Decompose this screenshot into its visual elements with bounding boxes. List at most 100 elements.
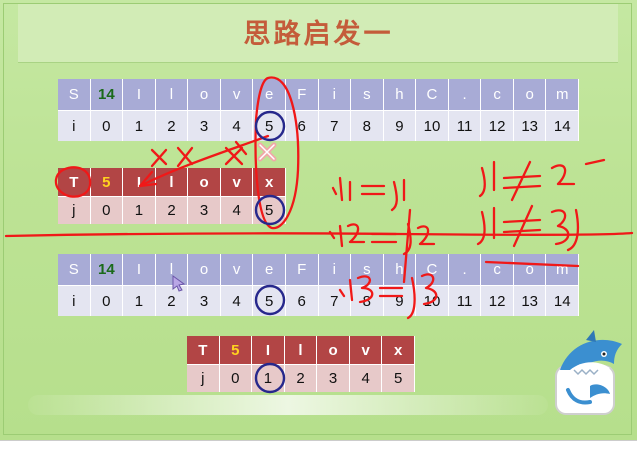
table-s-top-index-cell: 10 xyxy=(416,110,449,141)
table-t-bottom-index-cell: 1 xyxy=(252,364,285,392)
table-t-bottom-index-cell: 3 xyxy=(317,364,350,392)
string-s-table-top: S 14 Il o v e Fi s h C. c o m i 0 1 2 3 4 5 6 7 8 9 10 11 12 13 14 xyxy=(58,79,579,141)
table-s-top-header-cell: F xyxy=(285,79,319,110)
table-t-top-index-cell: 0 xyxy=(90,196,124,224)
string-t-table-bottom: T5Ilovxj012345 xyxy=(187,336,415,392)
table-s-top-index-cell: 11 xyxy=(448,110,482,141)
table-t-top-index-cell: 5 xyxy=(253,196,286,224)
table-s-top-index-cell: 1 xyxy=(123,110,156,141)
table-s-bottom-header-cell: o xyxy=(188,254,221,285)
table-t-top-header-cell: l xyxy=(155,168,189,196)
pointer-cursor-icon xyxy=(172,275,186,292)
table-s-bottom-header-cell: m xyxy=(546,254,579,285)
table-t-top-index-cell: 4 xyxy=(220,196,254,224)
table-s-top-index-cell: 7 xyxy=(318,110,352,141)
table-t-bottom-index-cell: 0 xyxy=(219,364,253,392)
table-t-bottom-index-cell: j xyxy=(187,364,220,392)
table-s-bottom-index-cell: 5 xyxy=(253,285,286,316)
table-s-top-header-cell: C xyxy=(416,79,449,110)
table-s-top-header-cell: h xyxy=(383,79,417,110)
table-s-top-index-cell: 13 xyxy=(513,110,547,141)
table-s-bottom-index-cell: 1 xyxy=(123,285,156,316)
string-s-table-bottom: S 14 Il o v e Fi s h C. c o m i 0 1 2 3 4 5 6 7 8 9 10 11 12 13 14 xyxy=(58,254,579,316)
table-t-top-index-cell: 1 xyxy=(123,196,156,224)
table-t-top-header-cell: x xyxy=(253,168,286,196)
table-t-bottom-header-cell: I xyxy=(252,336,285,364)
table-t-bottom-header-cell: x xyxy=(382,336,415,364)
table-s-top-header-cell: v xyxy=(220,79,254,110)
table-t-top-header-cell: o xyxy=(188,168,221,196)
table-s-top-header-cell: m xyxy=(546,79,579,110)
table-s-top-index-cell: i xyxy=(58,110,91,141)
table-s-top-header-cell: 14 xyxy=(90,79,124,110)
table-s-top-index-cell: 8 xyxy=(351,110,384,141)
table-s-bottom-header-cell: . xyxy=(448,254,482,285)
table-s-bottom-header-cell: e xyxy=(253,254,286,285)
table-s-top-index-cell: 6 xyxy=(285,110,319,141)
table-s-bottom-header-cell: v xyxy=(220,254,254,285)
slide: 思路启发一 S 14 Il o v e Fi s h C. c o m i 0 1 2 3 4 5 6 7 8 9 10 11 12… xyxy=(0,0,637,440)
table-t-bottom-header-cell: o xyxy=(317,336,350,364)
table-s-top-header-cell: l xyxy=(155,79,189,110)
table-s-top-header-cell: o xyxy=(188,79,221,110)
slide-title: 思路启发一 xyxy=(243,19,394,50)
table-s-bottom-header-cell: 14 xyxy=(90,254,124,285)
table-s-bottom-index-cell: 6 xyxy=(285,285,319,316)
table-s-bottom-index-cell: 12 xyxy=(481,285,514,316)
table-t-bottom-index-cell: 5 xyxy=(382,364,415,392)
table-t-top-header-cell: T xyxy=(58,168,91,196)
table-t-bottom-header-cell: l xyxy=(284,336,318,364)
table-s-top-header-cell: s xyxy=(351,79,384,110)
table-t-top-header-cell: I xyxy=(123,168,156,196)
table-t-bottom-index-cell: 2 xyxy=(284,364,318,392)
string-t-table-top: T5Ilovxj012345 xyxy=(58,168,286,224)
status-bar xyxy=(0,440,637,455)
table-s-bottom-index-cell: 0 xyxy=(90,285,124,316)
table-s-top-header-cell: e xyxy=(253,79,286,110)
table-s-bottom-index-cell: 10 xyxy=(416,285,449,316)
table-s-top-header-cell: . xyxy=(448,79,482,110)
table-t-top-header-cell: 5 xyxy=(90,168,124,196)
table-t-bottom-header-cell: 5 xyxy=(219,336,253,364)
table-s-top-index-cell: 14 xyxy=(546,110,579,141)
table-t-bottom-header-cell: T xyxy=(187,336,220,364)
table-s-bottom-index-cell: 3 xyxy=(188,285,221,316)
table-s-top-index-cell: 12 xyxy=(481,110,514,141)
table-t-top-index-cell: 3 xyxy=(188,196,221,224)
table-s-bottom-header-cell: F xyxy=(285,254,319,285)
table-s-bottom-header-cell: C xyxy=(416,254,449,285)
table-s-bottom-index-cell: 4 xyxy=(220,285,254,316)
table-s-bottom-index-cell: 11 xyxy=(448,285,482,316)
x-mark-icon xyxy=(257,142,277,162)
table-s-top-header-cell: o xyxy=(513,79,547,110)
table-t-bottom-header-cell: v xyxy=(349,336,383,364)
table-s-bottom-index-cell: 9 xyxy=(383,285,417,316)
table-s-bottom-header-cell: I xyxy=(123,254,156,285)
table-t-bottom-index-cell: 4 xyxy=(349,364,383,392)
table-s-top-index-cell: 3 xyxy=(188,110,221,141)
table-s-bottom-index-cell: 8 xyxy=(351,285,384,316)
table-s-top-index-cell: 0 xyxy=(90,110,124,141)
shark-mascot-icon xyxy=(555,330,622,415)
table-s-bottom-index-cell: 13 xyxy=(513,285,547,316)
table-s-top-index-cell: 9 xyxy=(383,110,417,141)
table-s-bottom-index-cell: 7 xyxy=(318,285,352,316)
table-s-bottom-header-cell: i xyxy=(318,254,352,285)
table-s-bottom-header-cell: o xyxy=(513,254,547,285)
table-t-top-index-cell: j xyxy=(58,196,91,224)
table-s-top-index-cell: 4 xyxy=(220,110,254,141)
table-s-top-header-cell: i xyxy=(318,79,352,110)
table-s-bottom-index-cell: i xyxy=(58,285,91,316)
table-s-top-header-cell: I xyxy=(123,79,156,110)
table-t-top-header-cell: v xyxy=(220,168,254,196)
table-s-bottom-header-cell: h xyxy=(383,254,417,285)
table-s-top-index-cell: 5 xyxy=(253,110,286,141)
table-s-bottom-header-cell: c xyxy=(481,254,514,285)
table-s-top-index-cell: 2 xyxy=(155,110,189,141)
glow-bar xyxy=(28,395,548,415)
table-s-bottom-header-cell: S xyxy=(58,254,91,285)
table-s-bottom-header-cell: s xyxy=(351,254,384,285)
table-s-top-header-cell: c xyxy=(481,79,514,110)
table-s-top-header-cell: S xyxy=(58,79,91,110)
table-t-top-index-cell: 2 xyxy=(155,196,189,224)
